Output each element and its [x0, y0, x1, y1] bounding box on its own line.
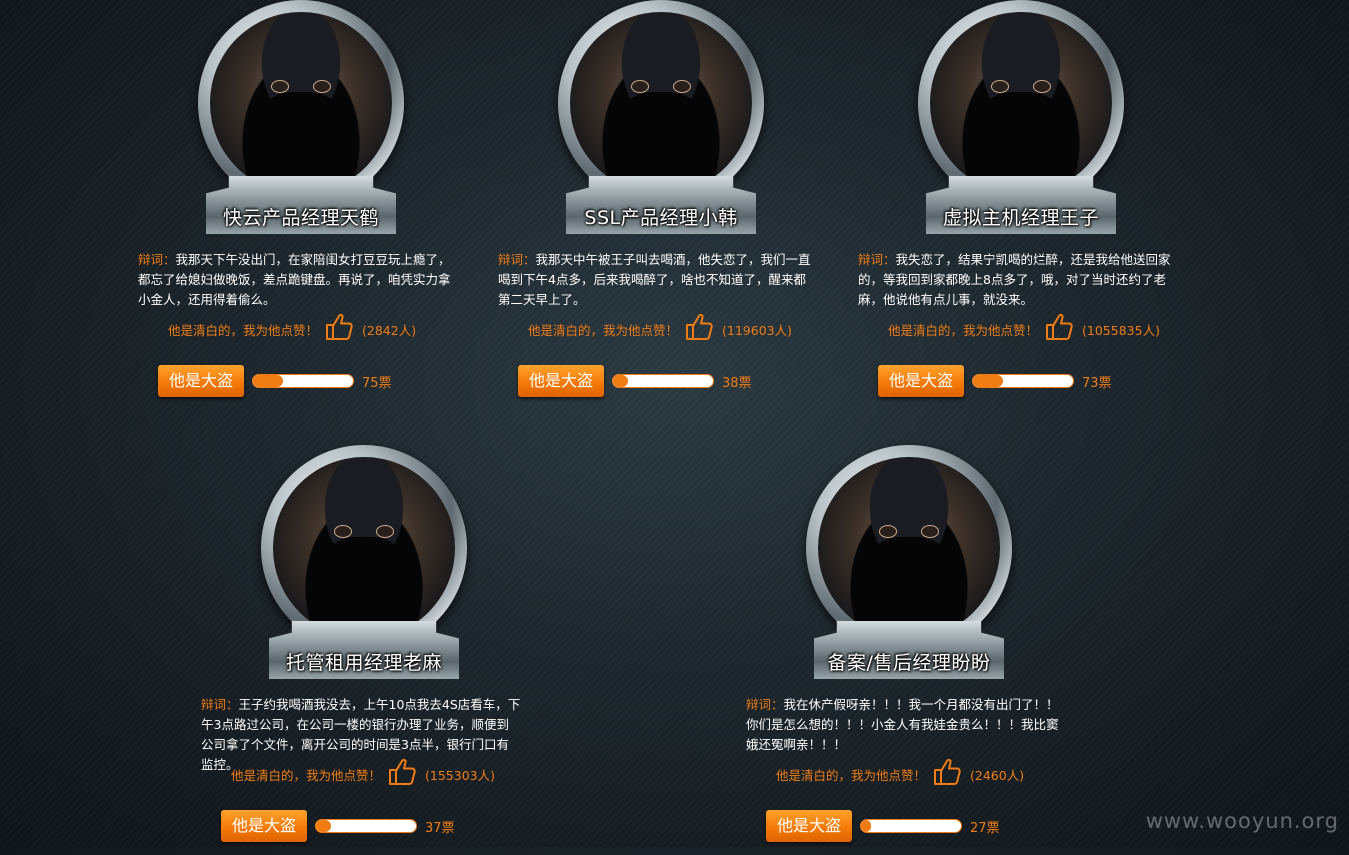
suspect-card: 托管租用经理老麻 辩词：王子约我喝酒我没去，上午10点我去4S店看车，下午3点路…: [201, 445, 531, 855]
defense-text: 我在休产假呀亲！！！我一个月都没有出门了！！你们是怎么想的！！！小金人有我娃金贵…: [746, 697, 1059, 752]
suspect-name: 托管租用经理老麻: [285, 652, 442, 674]
name-plate: 托管租用经理老麻: [269, 621, 459, 679]
thumbs-up-icon[interactable]: [324, 312, 354, 342]
suspect-portrait: 托管租用经理老麻: [261, 445, 471, 679]
suspect-card: 虚拟主机经理王子 辩词：我失恋了，结果宁凯喝的烂醉，还是我给他送回家的，等我回到…: [858, 0, 1188, 410]
vote-row: 他是大盗 75票: [158, 365, 458, 397]
suspect-name: SSL产品经理小韩: [584, 207, 738, 229]
suspect-name: 快云产品经理天鹤: [222, 207, 379, 229]
like-count: (119603人): [722, 323, 792, 338]
suspect-name: 备案/售后经理盼盼: [827, 652, 991, 674]
like-row: 他是清白的，我为他点赞！ (2842人): [168, 312, 468, 342]
like-row: 他是清白的，我为他点赞！ (2460人): [776, 757, 1076, 787]
vote-count: 37票: [425, 820, 455, 836]
like-text[interactable]: 他是清白的，我为他点赞！: [888, 320, 1038, 339]
vote-progress-bar: [252, 374, 354, 388]
vote-progress-fill: [253, 375, 283, 387]
defense-label: 辩词：: [201, 697, 239, 712]
thumbs-up-icon[interactable]: [387, 757, 417, 787]
name-plate: 虚拟主机经理王子: [926, 176, 1116, 234]
vote-count: 73票: [1082, 375, 1112, 391]
vote-progress-bar: [612, 374, 714, 388]
vote-progress-bar: [972, 374, 1074, 388]
like-count: (1055835人): [1082, 323, 1160, 338]
defense-label: 辩词：: [138, 252, 176, 267]
name-plate: SSL产品经理小韩: [566, 176, 756, 234]
name-plate: 备案/售后经理盼盼: [814, 621, 1004, 679]
vote-thief-button[interactable]: 他是大盗: [158, 365, 244, 397]
vote-progress-fill: [973, 375, 1003, 387]
suspect-photo: [570, 12, 752, 194]
vote-count: 75票: [362, 375, 392, 391]
name-plate: 快云产品经理天鹤: [206, 176, 396, 234]
suspect-photo: [273, 457, 455, 639]
defense-label: 辩词：: [858, 252, 896, 267]
defense-statement: 辩词：我失恋了，结果宁凯喝的烂醉，还是我给他送回家的，等我回到家都晚上8点多了，…: [858, 250, 1178, 310]
like-count: (2842人): [362, 323, 417, 338]
like-row: 他是清白的，我为他点赞！ (119603人): [528, 312, 828, 342]
suspect-card: SSL产品经理小韩 辩词：我那天中午被王子叫去喝酒，他失恋了，我们一直喝到下午4…: [498, 0, 828, 410]
vote-progress-bar: [860, 819, 962, 833]
vote-thief-button[interactable]: 他是大盗: [518, 365, 604, 397]
like-text[interactable]: 他是清白的，我为他点赞！: [528, 320, 678, 339]
vote-row: 他是大盗 38票: [518, 365, 818, 397]
defense-text: 我那天下午没出门，在家陪闺女打豆豆玩上瘾了，都忘了给媳妇做晚饭，差点跪键盘。再说…: [138, 252, 451, 307]
vote-row: 他是大盗 27票: [766, 810, 1066, 842]
defense-text: 我那天中午被王子叫去喝酒，他失恋了，我们一直喝到下午4点多，后来我喝醉了，啥也不…: [498, 252, 811, 307]
watermark: www.wooyun.org: [1145, 809, 1339, 833]
defense-statement: 辩词：我那天下午没出门，在家陪闺女打豆豆玩上瘾了，都忘了给媳妇做晚饭，差点跪键盘…: [138, 250, 458, 310]
vote-progress-fill: [316, 820, 331, 832]
suspect-photo: [210, 12, 392, 194]
suspect-photo: [818, 457, 1000, 639]
vote-thief-button[interactable]: 他是大盗: [766, 810, 852, 842]
defense-statement: 辩词：我那天中午被王子叫去喝酒，他失恋了，我们一直喝到下午4点多，后来我喝醉了，…: [498, 250, 818, 310]
suspect-portrait: 快云产品经理天鹤: [198, 0, 408, 234]
defense-statement: 辩词：我在休产假呀亲！！！我一个月都没有出门了！！你们是怎么想的！！！小金人有我…: [746, 695, 1066, 755]
vote-count: 38票: [722, 375, 752, 391]
suspect-portrait: SSL产品经理小韩: [558, 0, 768, 234]
like-row: 他是清白的，我为他点赞！ (155303人): [231, 757, 531, 787]
suspect-card: 快云产品经理天鹤 辩词：我那天下午没出门，在家陪闺女打豆豆玩上瘾了，都忘了给媳妇…: [138, 0, 468, 410]
suspect-photo: [930, 12, 1112, 194]
vote-row: 他是大盗 37票: [221, 810, 521, 842]
suspect-card: 备案/售后经理盼盼 辩词：我在休产假呀亲！！！我一个月都没有出门了！！你们是怎么…: [746, 445, 1076, 855]
thumbs-up-icon[interactable]: [684, 312, 714, 342]
like-count: (2460人): [970, 768, 1025, 783]
vote-row: 他是大盗 73票: [878, 365, 1178, 397]
suspect-name: 虚拟主机经理王子: [942, 207, 1099, 229]
like-row: 他是清白的，我为他点赞！ (1055835人): [888, 312, 1188, 342]
like-text[interactable]: 他是清白的，我为他点赞！: [231, 765, 381, 784]
vote-thief-button[interactable]: 他是大盗: [221, 810, 307, 842]
defense-label: 辩词：: [746, 697, 784, 712]
thumbs-up-icon[interactable]: [1044, 312, 1074, 342]
defense-text: 我失恋了，结果宁凯喝的烂醉，还是我给他送回家的，等我回到家都晚上8点多了，哦，对…: [858, 252, 1171, 307]
vote-progress-fill: [613, 375, 628, 387]
suspect-portrait: 备案/售后经理盼盼: [806, 445, 1016, 679]
vote-progress-bar: [315, 819, 417, 833]
defense-label: 辩词：: [498, 252, 536, 267]
thumbs-up-icon[interactable]: [932, 757, 962, 787]
vote-progress-fill: [861, 820, 871, 832]
like-text[interactable]: 他是清白的，我为他点赞！: [776, 765, 926, 784]
vote-count: 27票: [970, 820, 1000, 836]
like-count: (155303人): [425, 768, 495, 783]
vote-thief-button[interactable]: 他是大盗: [878, 365, 964, 397]
suspect-portrait: 虚拟主机经理王子: [918, 0, 1128, 234]
like-text[interactable]: 他是清白的，我为他点赞！: [168, 320, 318, 339]
